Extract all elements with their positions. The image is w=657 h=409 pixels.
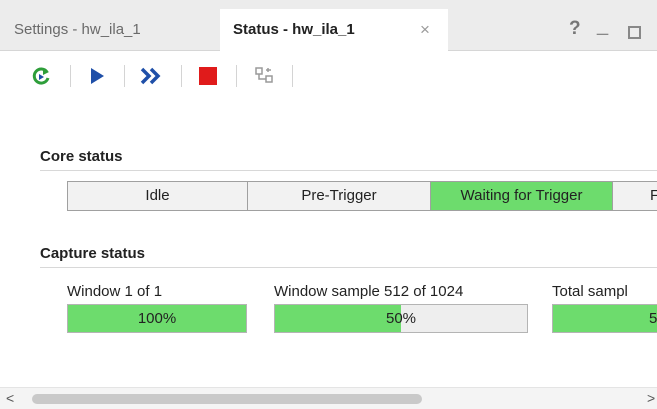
maximize-icon[interactable] (628, 26, 641, 39)
minimize-icon[interactable]: _ (597, 14, 608, 37)
core-status-title: Core status (40, 148, 123, 165)
state-pre-trigger: Pre-Trigger (247, 181, 431, 211)
state-waiting-for-trigger: Waiting for Trigger (430, 181, 613, 211)
window-sample-label: Window sample 512 of 1024 (274, 283, 464, 300)
toolbar-separator (70, 65, 71, 87)
run-trigger-immediate-button[interactable] (27, 63, 55, 89)
total-samples-label: Total sampl (552, 283, 628, 300)
tab-status[interactable]: Status - hw_ila_1 × (220, 9, 448, 51)
section-divider (40, 267, 657, 268)
section-divider (40, 170, 657, 171)
toolbar-separator (124, 65, 125, 87)
scroll-thumb[interactable] (32, 394, 422, 404)
window-count-label: Window 1 of 1 (67, 283, 163, 300)
scroll-left-icon[interactable]: < (6, 390, 14, 406)
tab-bar: Settings - hw_ila_1 Status - hw_ila_1 × … (0, 0, 657, 51)
total-samples-progress-bar: 5 (552, 304, 657, 333)
toolbar-separator (181, 65, 182, 87)
window-sample-progress-bar: 50% (274, 304, 528, 333)
progress-text: 50% (385, 310, 417, 327)
help-icon[interactable]: ? (569, 18, 581, 40)
export-settings-button[interactable] (250, 63, 278, 89)
stop-trigger-button[interactable] (194, 63, 222, 89)
capture-status-title: Capture status (40, 245, 146, 262)
tab-settings-label: Settings - hw_ila_1 (14, 21, 141, 38)
progress-text: 100% (137, 310, 177, 327)
tree-icon (255, 67, 273, 83)
state-f: F (612, 181, 657, 211)
toolbar-separator (236, 65, 237, 87)
stop-icon (199, 67, 217, 85)
progress-text: 5 (649, 310, 657, 327)
toolbar-separator (292, 65, 293, 87)
horizontal-scrollbar[interactable]: < > (0, 387, 657, 409)
run-trigger-button[interactable] (83, 63, 111, 89)
double-chevron-icon (140, 67, 161, 85)
state-idle: Idle (67, 181, 248, 211)
play-icon (91, 68, 104, 84)
toolbar (0, 51, 657, 99)
window-progress-bar: 100% (67, 304, 247, 333)
close-icon[interactable]: × (420, 9, 430, 51)
tab-status-label: Status - hw_ila_1 (233, 21, 355, 38)
scroll-right-icon[interactable]: > (647, 390, 655, 406)
run-trigger-continuous-button[interactable] (137, 63, 165, 89)
refresh-run-icon (32, 67, 50, 85)
tab-settings[interactable]: Settings - hw_ila_1 (0, 9, 215, 51)
